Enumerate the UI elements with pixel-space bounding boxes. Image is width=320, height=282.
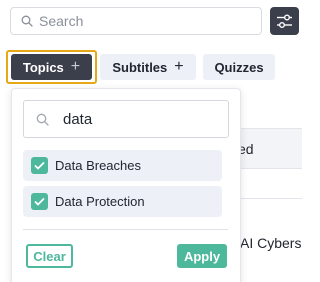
topics-chip-label: Topics — [22, 59, 64, 75]
search-icon — [36, 113, 49, 126]
topic-search-box[interactable] — [23, 100, 229, 138]
search-icon — [21, 15, 33, 27]
page: Topics + Subtitles + Quizzes ed AI Cyber… — [0, 0, 302, 282]
filters-button[interactable] — [270, 7, 299, 35]
topic-option-data-breaches[interactable]: Data Breaches — [23, 150, 222, 181]
search-box[interactable] — [10, 7, 262, 35]
checkbox-checked-icon[interactable] — [31, 157, 48, 174]
option-label: Data Protection — [55, 194, 145, 209]
topics-dropdown: Data Breaches Data Protection Clear Appl… — [11, 88, 241, 282]
quizzes-chip-label: Quizzes — [214, 59, 264, 75]
sliders-icon — [277, 14, 292, 28]
option-label: Data Breaches — [55, 158, 141, 173]
topic-search-input[interactable] — [63, 110, 223, 128]
plus-icon: + — [174, 58, 184, 75]
topics-chip[interactable]: Topics + — [11, 54, 92, 80]
subtitles-chip[interactable]: Subtitles + — [100, 54, 196, 80]
divider — [23, 229, 228, 230]
topic-option-data-protection[interactable]: Data Protection — [23, 186, 222, 217]
table-cell: AI Cybers — [240, 235, 302, 251]
apply-button[interactable]: Apply — [177, 244, 227, 268]
plus-icon: + — [70, 58, 81, 75]
checkbox-checked-icon[interactable] — [31, 193, 48, 210]
subtitles-chip-label: Subtitles — [112, 59, 168, 75]
clear-button[interactable]: Clear — [26, 244, 73, 268]
quizzes-chip[interactable]: Quizzes — [203, 54, 275, 80]
search-input[interactable] — [39, 10, 249, 32]
